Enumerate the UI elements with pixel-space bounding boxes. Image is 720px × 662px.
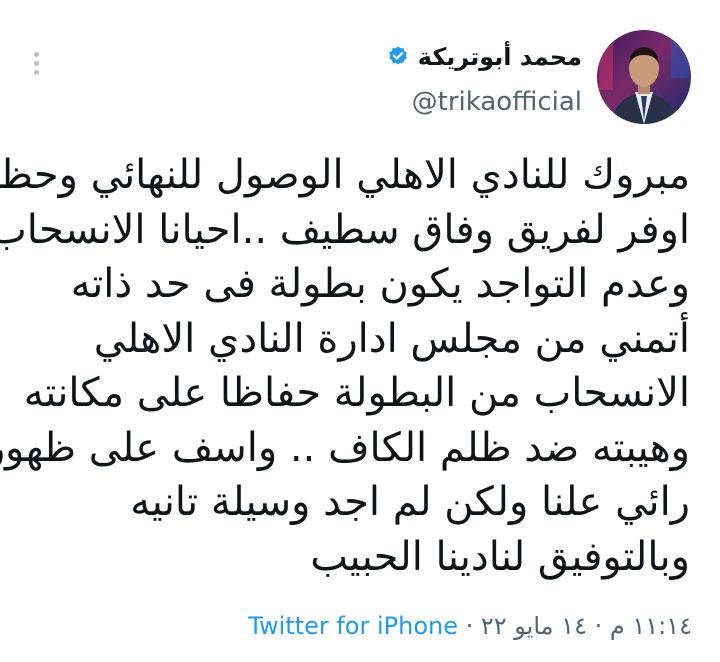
meta-separator: · xyxy=(457,612,481,640)
tweet-meta: ١١:١٤ م · ١٤ مايو ٢٢ · Twitter for iPhon… xyxy=(248,610,692,642)
author-name-row: محمد أبوتريكة xyxy=(386,40,582,74)
author-block: محمد أبوتريكة @trikaofficial xyxy=(386,40,582,118)
tweet-card: محمد أبوتريكة @trikaofficial مبروك للناد… xyxy=(0,0,720,662)
tweet-line: مبروك للنادي الاهلي الوصول للنهائي وحظ xyxy=(0,152,690,198)
tweet-line: أتمني من مجلس ادارة النادي الاهلي xyxy=(93,315,690,362)
author-display-name[interactable]: محمد أبوتريكة xyxy=(418,40,582,74)
tweet-line: الانسحاب من البطولة حفاظا على مكانته xyxy=(23,370,690,416)
tweet-source-link[interactable]: Twitter for iPhone xyxy=(248,612,458,640)
more-options-icon[interactable] xyxy=(30,52,42,82)
tweet-time[interactable]: ١١:١٤ م xyxy=(610,612,692,640)
avatar[interactable] xyxy=(597,30,691,124)
tweet-date[interactable]: ١٤ مايو ٢٢ xyxy=(481,612,587,640)
tweet-line: رائي علنا ولكن لم اجد وسيلة تانيه xyxy=(130,479,690,525)
tweet-line: وعدم التواجد يكون بطولة فى حد ذاته xyxy=(70,261,690,307)
tweet-line: وبالتوفيق لنادينا الحبيب xyxy=(310,533,690,580)
tweet-text: مبروك للنادي الاهلي الوصول للنهائي وحظ ا… xyxy=(0,148,690,584)
tweet-line: وهيبته ضد ظلم الكاف .. واسف على ظهور xyxy=(0,424,690,471)
tweet-line: اوفر لفريق وفاق سطيف ..احيانا الانسحاب xyxy=(0,206,690,253)
meta-separator: · xyxy=(586,612,610,640)
verified-badge-icon xyxy=(388,46,407,65)
author-handle[interactable]: @trikaofficial xyxy=(386,86,582,118)
